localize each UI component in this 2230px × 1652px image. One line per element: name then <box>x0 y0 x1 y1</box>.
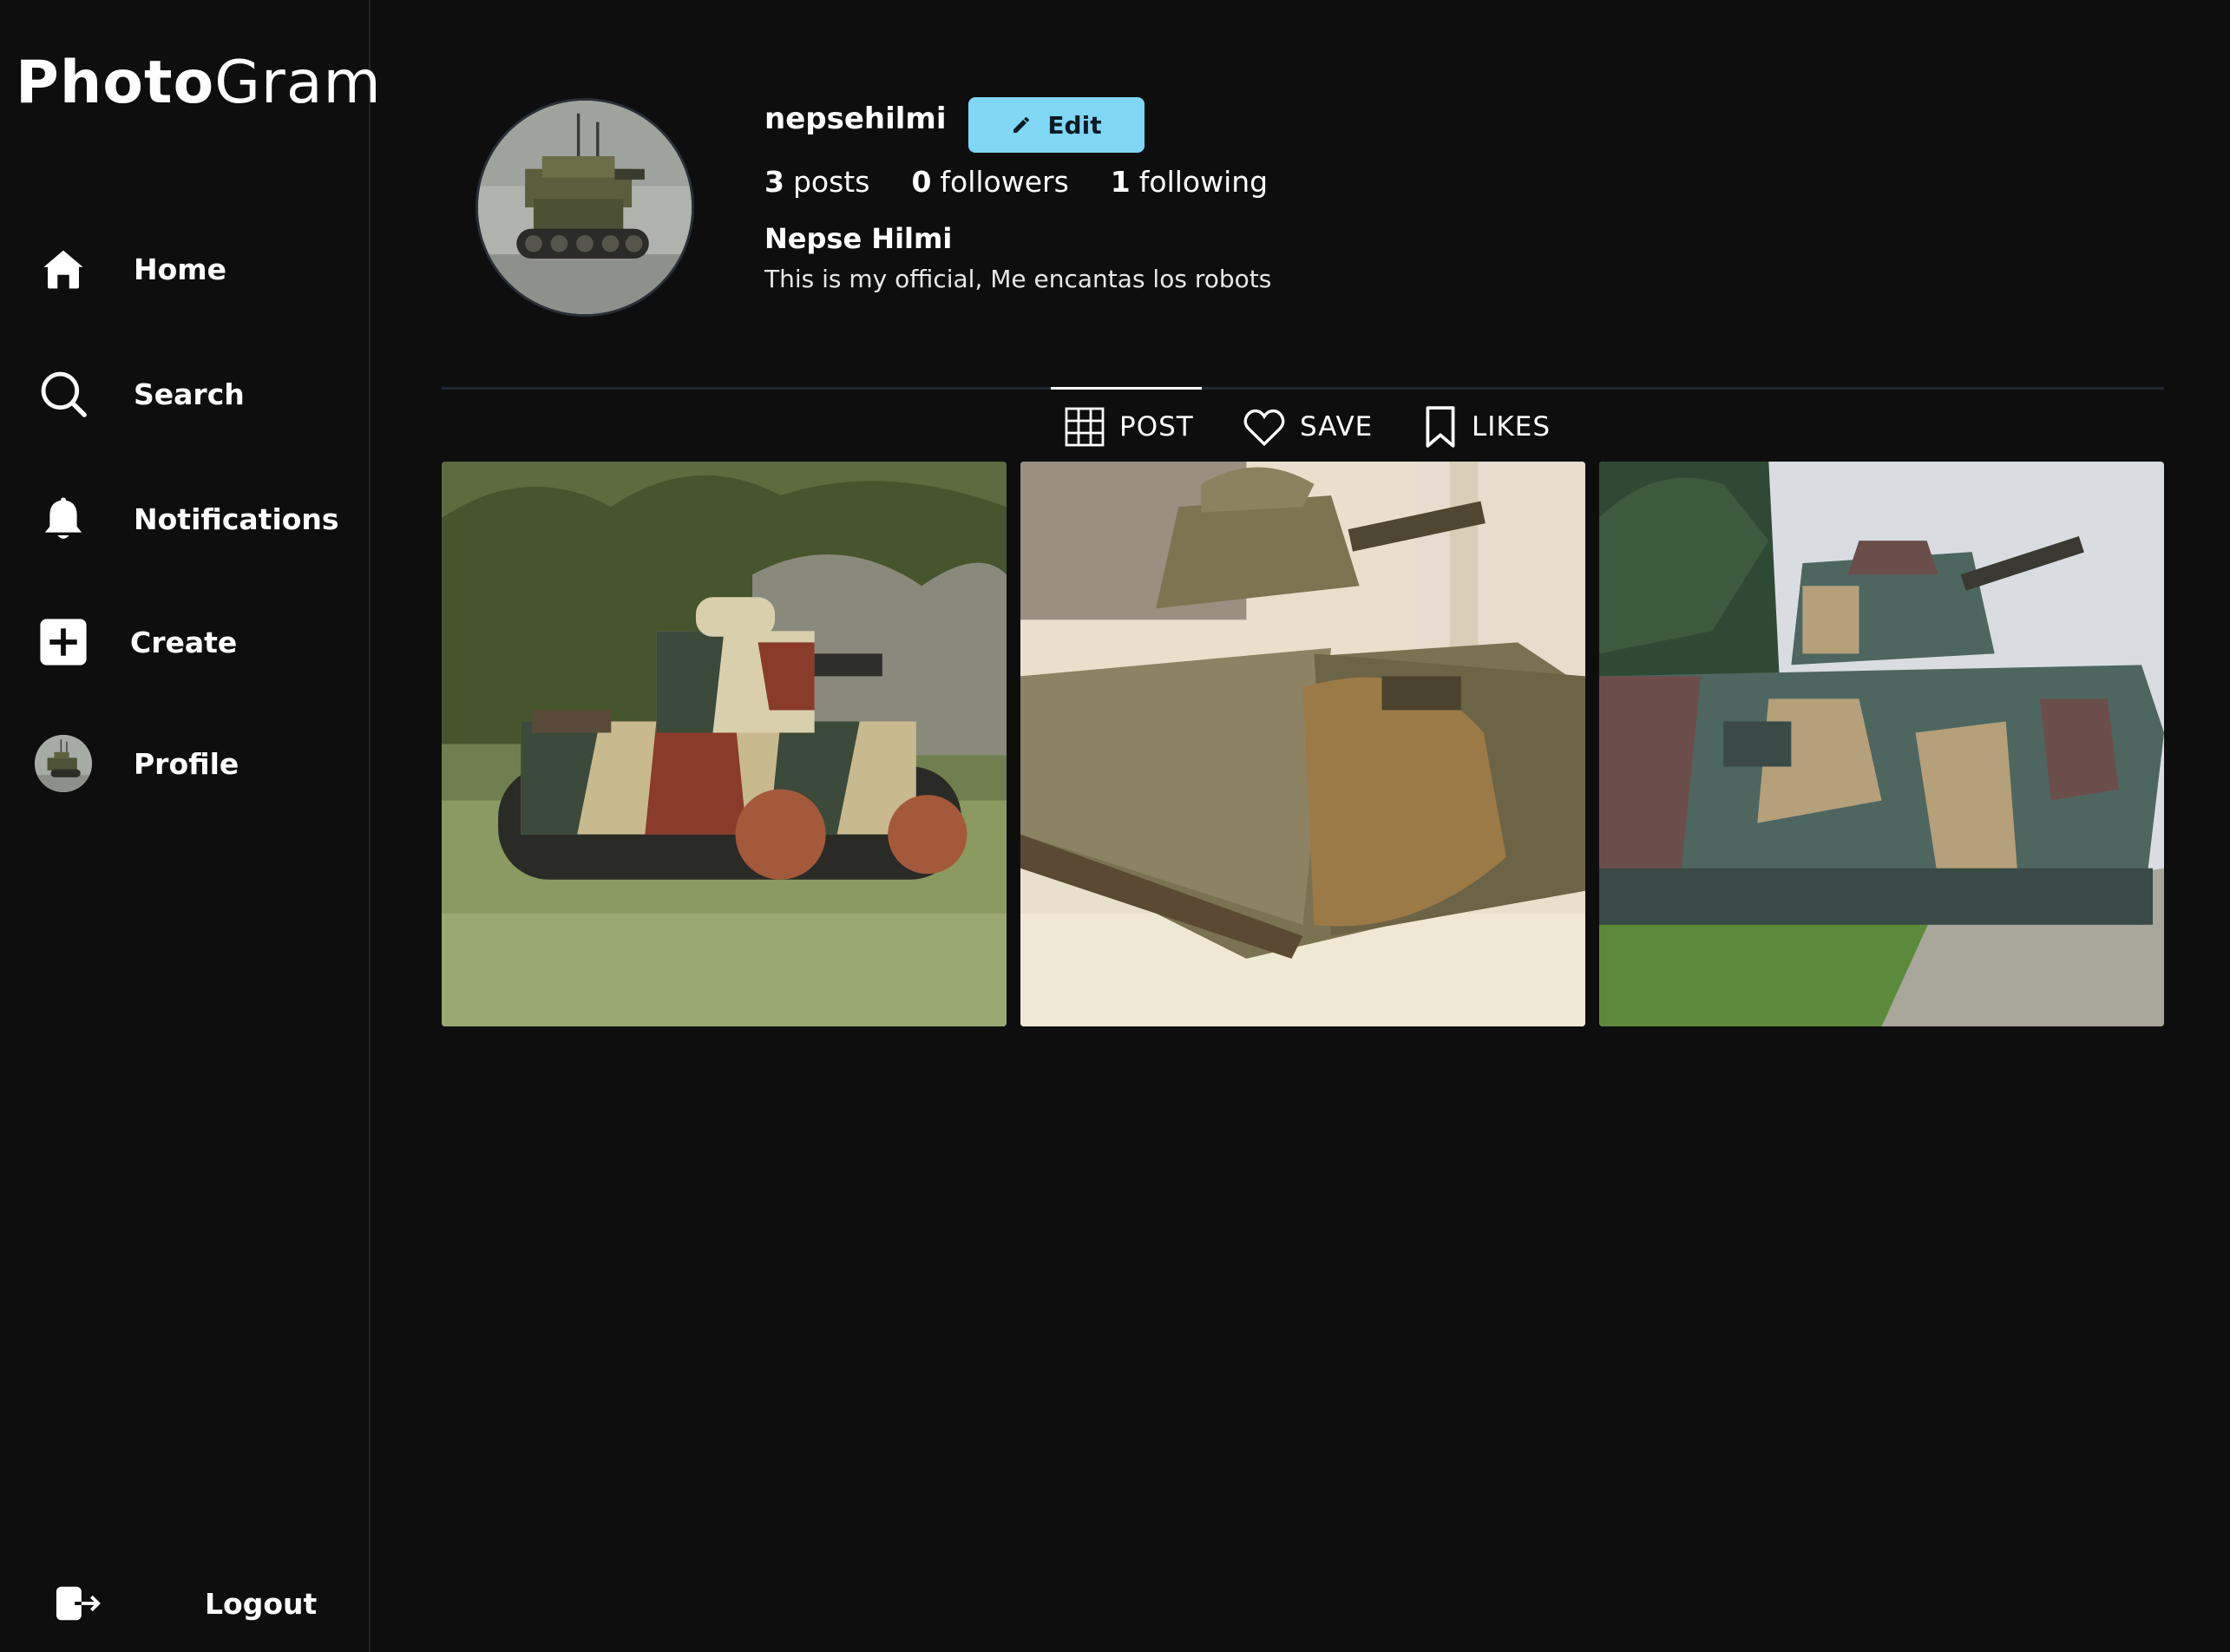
sidebar-item-label: Profile <box>134 746 239 781</box>
tabs-divider <box>442 387 2164 390</box>
sidebar-item-label: Notifications <box>134 502 339 536</box>
sidebar-item-label: Create <box>130 625 238 659</box>
followers-label: followers <box>940 165 1069 199</box>
sidebar-item-profile[interactable]: Profile <box>35 729 347 798</box>
sidebar-item-label: Home <box>134 252 227 286</box>
posts-count: 3 <box>764 165 784 199</box>
followers-count: 0 <box>911 165 932 199</box>
active-tab-indicator <box>1051 387 1202 390</box>
pencil-icon <box>1011 115 1032 135</box>
following-count: 1 <box>1110 165 1131 199</box>
logout-button[interactable]: Logout <box>54 1569 331 1638</box>
search-icon <box>35 365 92 423</box>
sidebar-item-notifications[interactable]: Notifications <box>35 484 347 554</box>
posts-stat: 3 posts <box>764 165 869 199</box>
profile-avatar[interactable] <box>476 98 694 317</box>
home-icon <box>35 240 92 298</box>
logo-bold: Photo <box>16 49 215 117</box>
sidebar: PhotoGram Home Search Notifications Crea… <box>0 0 381 1652</box>
post-thumbnail[interactable] <box>1020 462 1585 1026</box>
plus-square-icon <box>35 613 92 671</box>
app-logo[interactable]: PhotoGram <box>16 45 382 121</box>
edit-button-label: Edit <box>1047 110 1102 140</box>
profile-bio: This is my official, Me encantas los rob… <box>764 265 1272 293</box>
profile-stats: 3 posts 0 followers 1 following <box>764 165 1309 199</box>
following-stat[interactable]: 1 following <box>1111 165 1268 199</box>
following-label: following <box>1138 165 1269 199</box>
avatar <box>35 735 92 792</box>
grid-icon <box>1064 406 1105 448</box>
post-thumbnail[interactable] <box>442 462 1007 1026</box>
bookmark-icon <box>1423 405 1458 449</box>
tab-label: SAVE <box>1300 411 1374 442</box>
logout-icon <box>54 1579 102 1628</box>
tab-save[interactable]: SAVE <box>1243 401 1373 453</box>
sidebar-item-label: Search <box>134 377 245 411</box>
posts-label: posts <box>792 165 870 199</box>
sidebar-item-search[interactable]: Search <box>35 359 347 429</box>
followers-stat[interactable]: 0 followers <box>911 165 1068 199</box>
sidebar-item-home[interactable]: Home <box>35 234 347 304</box>
edit-profile-button[interactable]: Edit <box>968 97 1145 153</box>
heart-icon <box>1243 407 1286 447</box>
profile-username: nepsehilmi <box>764 102 947 136</box>
tab-post[interactable]: POST <box>1064 401 1194 453</box>
tab-label: POST <box>1119 411 1194 442</box>
tab-likes[interactable]: LIKES <box>1423 401 1551 453</box>
tab-label: LIKES <box>1472 411 1551 442</box>
profile-full-name: Nepse Hilmi <box>764 222 953 255</box>
sidebar-item-create[interactable]: Create <box>35 607 347 677</box>
post-thumbnail[interactable] <box>1599 462 2164 1026</box>
logout-label: Logout <box>205 1586 318 1621</box>
logo-light: Gram <box>214 49 382 117</box>
bell-icon <box>35 490 92 547</box>
